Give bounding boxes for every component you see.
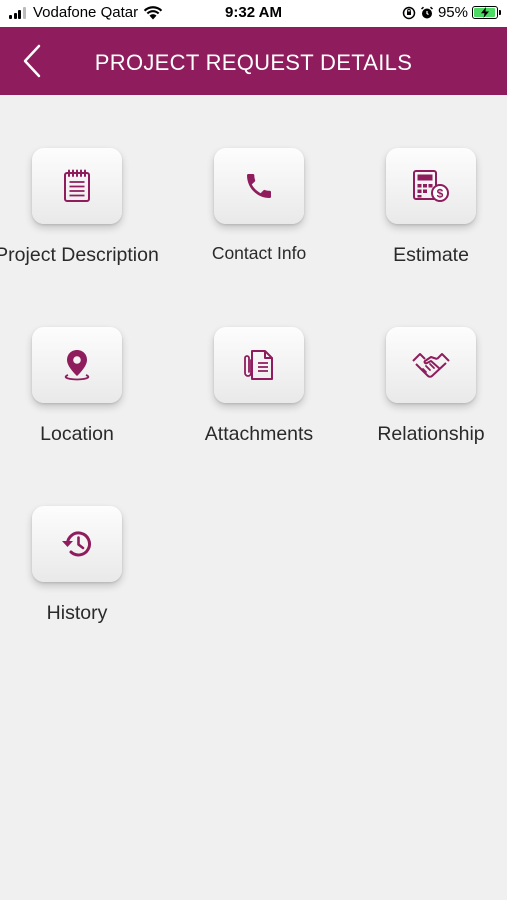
location-pin-icon (64, 350, 90, 381)
alarm-icon (420, 6, 433, 18)
tile-attachments[interactable]: Attachments (174, 327, 344, 446)
tile-label: Location (40, 423, 114, 445)
tile-project-description[interactable]: Project Description (0, 148, 162, 267)
status-bar: Vodafone Qatar 9:32 AM 95% (0, 0, 507, 27)
attachment-icon (244, 350, 273, 380)
tile-label: Estimate (393, 244, 469, 266)
tile-contact-info[interactable]: Contact Info (174, 148, 344, 265)
attachments-button[interactable] (214, 327, 304, 403)
tile-label: Project Description (0, 244, 159, 266)
history-icon (62, 531, 91, 557)
handshake-icon (412, 353, 450, 378)
tile-location[interactable]: Location (0, 327, 162, 446)
location-button[interactable] (32, 327, 122, 403)
estimate-button[interactable]: $ (386, 148, 476, 224)
tile-label: Attachments (204, 423, 314, 445)
tile-label: Relationship (377, 423, 485, 445)
tile-relationship[interactable]: Relationship (346, 327, 507, 446)
calculator-icon: $ (413, 170, 449, 202)
tile-label: Contact Info (211, 243, 307, 263)
history-button[interactable] (32, 506, 122, 582)
notepad-icon (64, 169, 90, 202)
tile-label: History (46, 602, 108, 624)
tile-estimate[interactable]: $ Estimate (346, 148, 507, 267)
relationship-button[interactable] (386, 327, 476, 403)
orientation-lock-icon (402, 6, 416, 19)
phone-icon (247, 174, 271, 198)
battery-icon (472, 6, 501, 19)
project-description-button[interactable] (32, 148, 122, 224)
battery-percentage: 95% (437, 4, 468, 21)
contact-info-button[interactable] (214, 148, 304, 224)
header-bar: PROJECT REQUEST DETAILS (0, 27, 507, 95)
svg-text:$: $ (437, 187, 444, 201)
tile-history[interactable]: History (0, 506, 162, 625)
page-title: PROJECT REQUEST DETAILS (94, 50, 413, 75)
